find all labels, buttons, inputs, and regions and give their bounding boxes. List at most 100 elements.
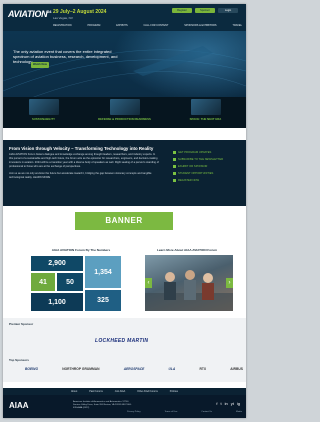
footer-link-other-forums[interactable]: Other AIAA Forums bbox=[137, 390, 158, 393]
hero-card-defense[interactable]: DEFENSE & PRODUCTION READINESS bbox=[90, 99, 160, 121]
premier-sponsor-label: Premier Sponsor bbox=[9, 322, 34, 326]
stat-tile: 41 bbox=[31, 273, 55, 291]
sponsor-button[interactable]: Sponsor bbox=[195, 8, 215, 13]
section-body: AIAA AVIATION Forum fosters dialogue and… bbox=[9, 153, 159, 183]
aviation-logo[interactable]: AVIATION24 bbox=[8, 9, 51, 19]
stat-value: 2,900 bbox=[48, 260, 66, 267]
intro-paragraph: Join us as we not only envision the futu… bbox=[9, 172, 152, 179]
quick-link-students[interactable]: STUDENT OPPORTUNITIES bbox=[173, 172, 241, 175]
quick-link-exhibit[interactable]: EXHIBIT OR SPONSOR bbox=[173, 165, 241, 168]
photo-carousel: ‹ › bbox=[145, 255, 233, 311]
sponsors-section: Premier Sponsor LOCKHEED MARTIN Top Spon… bbox=[3, 318, 246, 382]
facebook-icon[interactable]: f bbox=[216, 401, 217, 406]
aerospace-logo[interactable]: AEROSPACE bbox=[124, 367, 145, 371]
quick-links: GET PROGRAM UPDATES SUBSCRIBE TO THE NEW… bbox=[173, 151, 241, 186]
top-sponsor-logos: BOEING NORTHROP GRUMMAN AEROSPACE ULA RT… bbox=[25, 367, 243, 371]
footer-link-policies[interactable]: Policies bbox=[170, 390, 178, 393]
boeing-logo[interactable]: BOEING bbox=[25, 367, 38, 371]
ula-logo[interactable]: ULA bbox=[169, 367, 176, 371]
media-link[interactable]: Media bbox=[236, 411, 242, 413]
carousel-next-icon[interactable]: › bbox=[226, 278, 233, 288]
quick-link-label: GET PROGRAM UPDATES bbox=[178, 151, 212, 154]
hero-card-space[interactable]: SPACE: THE NEXT ERA bbox=[171, 99, 241, 121]
northrop-grumman-logo[interactable]: NORTHROP GRUMMAN bbox=[62, 367, 99, 371]
bullet-icon bbox=[173, 165, 176, 168]
top-sponsors-label: Top Sponsors bbox=[9, 358, 29, 362]
quick-link-program-updates[interactable]: GET PROGRAM UPDATES bbox=[173, 151, 241, 154]
ad-banner[interactable]: BANNER bbox=[75, 212, 173, 230]
bullet-icon bbox=[173, 158, 176, 161]
social-links: f t in yt ig bbox=[216, 401, 240, 406]
hero-card-label: DEFENSE & PRODUCTION READINESS bbox=[98, 117, 151, 121]
contact-link[interactable]: Contact Us bbox=[201, 411, 212, 413]
nav-call-for-content[interactable]: CALL FOR CONTENT bbox=[143, 24, 168, 27]
privacy-link[interactable]: Privacy Policy bbox=[127, 411, 141, 413]
footer-nav: About Past Forums Join AIAA Other AIAA F… bbox=[3, 388, 246, 395]
footer-link-join[interactable]: Join AIAA bbox=[115, 390, 125, 393]
quick-link-label: EXHIBIT OR SPONSOR bbox=[178, 165, 208, 168]
nav-travel[interactable]: TRAVEL bbox=[232, 24, 242, 27]
stat-value: 325 bbox=[97, 297, 109, 304]
gallery-title: Learn More About AIAA AVIATION Forum bbox=[156, 248, 218, 252]
register-button[interactable]: Register bbox=[172, 8, 192, 13]
section-title: From Vision through Velocity – Transform… bbox=[9, 146, 154, 151]
footer-link-about[interactable]: About bbox=[71, 390, 77, 393]
rtx-logo[interactable]: RTX bbox=[200, 367, 207, 371]
footer-legal-links: Privacy Policy Terms of Use Contact Us M… bbox=[127, 411, 242, 413]
nav-registration[interactable]: REGISTRATION bbox=[53, 24, 72, 27]
footer-address: American Institute of Aeronautics and As… bbox=[73, 401, 132, 409]
quick-link-register[interactable]: REGISTER NOW bbox=[173, 179, 241, 182]
stat-tile: 325 bbox=[85, 290, 121, 311]
logo-text: AVIATION bbox=[8, 9, 48, 19]
utility-buttons: Register Sponsor Login bbox=[172, 8, 238, 13]
quick-link-label: REGISTER NOW bbox=[178, 179, 200, 182]
watch-now-button[interactable]: Watch Now bbox=[31, 62, 49, 68]
stat-tile: 1,100 bbox=[31, 293, 83, 311]
quick-link-label: SUBSCRIBE TO THE NEWSLETTER bbox=[178, 158, 224, 161]
nav-exhibits[interactable]: EXHIBITS bbox=[116, 24, 127, 27]
nav-sponsors-exhibitors[interactable]: SPONSORS & EXHIBITORS bbox=[184, 24, 216, 27]
bullet-icon bbox=[173, 179, 176, 182]
page: AVIATION24 29 July–2 August 2024 Las Veg… bbox=[3, 4, 246, 418]
youtube-icon[interactable]: yt bbox=[231, 401, 234, 406]
stat-tile: 50 bbox=[57, 273, 83, 291]
lockheed-martin-logo[interactable]: LOCKHEED MARTIN bbox=[95, 338, 148, 344]
hero-card-label: SUSTAINABILITY bbox=[32, 117, 55, 121]
instagram-icon[interactable]: ig bbox=[237, 401, 240, 406]
event-venue: Las Vegas, NV bbox=[53, 16, 73, 20]
terms-link[interactable]: Terms of Use bbox=[165, 411, 178, 413]
hero-card-image bbox=[190, 99, 221, 115]
footer-link-past-forums[interactable]: Past Forums bbox=[89, 390, 103, 393]
twitter-icon[interactable]: t bbox=[221, 401, 222, 406]
stat-tile: 2,900 bbox=[31, 256, 83, 271]
stat-value: 1,100 bbox=[48, 298, 66, 306]
quick-link-newsletter[interactable]: SUBSCRIBE TO THE NEWSLETTER bbox=[173, 158, 241, 161]
stat-value: 41 bbox=[39, 278, 47, 286]
aiaa-logo[interactable]: AIAA bbox=[9, 401, 29, 410]
hero-card-image bbox=[28, 99, 59, 115]
quick-link-label: STUDENT OPPORTUNITIES bbox=[178, 172, 214, 175]
site-footer: AIAA American Institute of Aeronautics a… bbox=[3, 395, 246, 418]
carousel-photo bbox=[145, 270, 233, 311]
intro-paragraph: AIAA AVIATION Forum fosters dialogue and… bbox=[9, 153, 159, 168]
numbers-title: AIAA AVIATION Forum By The Numbers bbox=[51, 248, 111, 252]
linkedin-icon[interactable]: in bbox=[225, 401, 228, 406]
hero-section: The only aviation event that covers the … bbox=[3, 31, 246, 128]
numbers-grid: 2,900 1,354 41 50 1,100 325 bbox=[31, 256, 121, 311]
carousel-prev-icon[interactable]: ‹ bbox=[145, 278, 152, 288]
main-nav: REGISTRATION PROGRAM EXHIBITS CALL FOR C… bbox=[53, 22, 246, 29]
hero-card-sustainability[interactable]: SUSTAINABILITY bbox=[9, 99, 79, 121]
hero-cards: SUSTAINABILITY DEFENSE & PRODUCTION READ… bbox=[3, 97, 246, 128]
hero-card-image bbox=[109, 99, 140, 115]
airbus-logo[interactable]: AIRBUS bbox=[230, 367, 243, 371]
stat-value: 1,354 bbox=[94, 268, 112, 276]
bullet-icon bbox=[173, 151, 176, 154]
bullet-icon bbox=[173, 172, 176, 175]
login-button[interactable]: Login bbox=[218, 8, 238, 13]
event-dates: 29 July–2 August 2024 bbox=[53, 9, 107, 15]
nav-program[interactable]: PROGRAM bbox=[87, 24, 100, 27]
stat-value: 50 bbox=[66, 278, 74, 286]
stat-tile: 1,354 bbox=[85, 256, 121, 288]
forum-intro-section: From Vision through Velocity – Transform… bbox=[3, 140, 246, 206]
site-header: AVIATION24 29 July–2 August 2024 Las Veg… bbox=[3, 4, 246, 31]
